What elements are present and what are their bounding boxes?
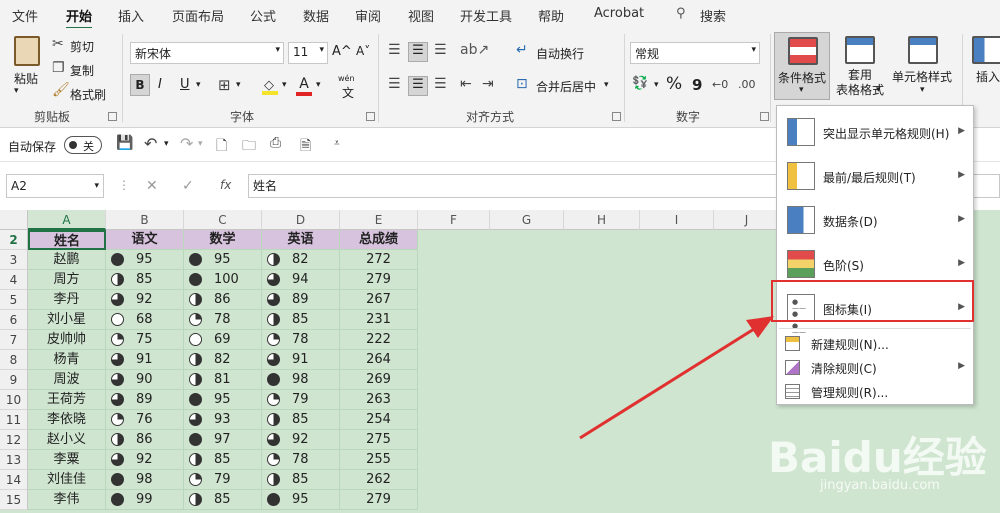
watermark-url: jingyan.baidu.com [820,478,940,493]
arrow-line [579,322,763,440]
watermark-logo: Baidu经验 [768,433,987,482]
arrow-head-icon [746,316,774,338]
